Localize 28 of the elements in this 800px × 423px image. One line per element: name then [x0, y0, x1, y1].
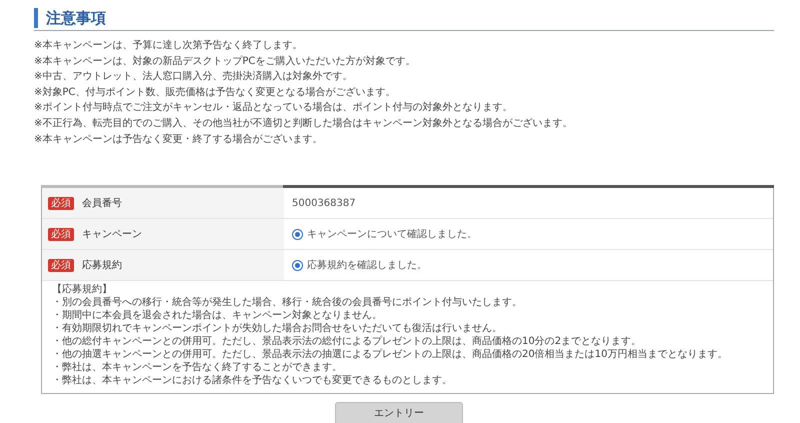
note-text: ※本キャンペーンは、予算に達し次第予告なく終了します。	[34, 38, 304, 53]
terms-item: ・他の総付キャンペーンとの併用可。ただし、景品表示法の総付によるプレゼントの上限は、商品価格の10分の2までとなります。	[52, 336, 642, 348]
radio-label[interactable]: 応募規約を確認しました。	[307, 258, 427, 273]
radio-button[interactable]	[292, 260, 303, 271]
note-text: ※不正行為、転売目的でのご購入、その他当社が不適切と判断した場合はキャンペーン対象外となる場合がございます。	[34, 116, 574, 131]
radio-label[interactable]: キャンペーンについて確認しました。	[307, 226, 477, 242]
field-label: 会員番号	[82, 196, 122, 211]
terms-item: ・期間中に本会員を退会された場合は、キャンペーン対象となりません。	[52, 310, 383, 322]
terms-item: ・弊社は、本キャンペーンを予告なく終了することができます。	[52, 362, 343, 374]
field-value: 5000368387	[292, 196, 356, 211]
note-text: ※本キャンペーンは予告なく変更・終了する場合がございます。	[34, 132, 324, 147]
entry-button[interactable]: エントリー	[335, 402, 463, 423]
note-text: ※ポイント付与時点でご注文がキャンセル・返品となっている場合は、ポイント付与の対象外となります。	[34, 100, 514, 116]
section-heading: 注意事項	[34, 8, 774, 28]
terms-item: ・弊社は、本キャンペーンにおける諸条件を予告なくいつでも変更できるものとします。	[52, 374, 453, 388]
terms-title: 【応募規約】	[52, 284, 113, 296]
field-label: キャンペーン	[82, 228, 142, 242]
terms-item: ・有効期限切れでキャンペーンポイントが失効した場合お問合せをいただいても復活は行いません。	[52, 322, 503, 336]
terms-item: ・別の会員番号への移行・統合等が発生した場合、移行・統合後の会員番号にポイント付与いたします。	[52, 297, 523, 310]
field-label: 応募規約	[82, 258, 122, 273]
required-badge: 必須	[48, 258, 74, 272]
required-badge: 必須	[48, 228, 74, 241]
required-badge: 必須	[48, 196, 74, 210]
note-text: ※対象PC、付与ポイント数、販売価格は予告なく変更となる場合がございます。	[34, 86, 396, 100]
terms-item: ・他の抽選キャンペーンとの併用可。ただし、景品表示法の抽選によるプレゼントの上限は、商品価格の20倍相当または10万円相当までとなります。	[52, 348, 728, 362]
note-text: ※中古、アウトレット、法人窓口購入分、売掛決済購入は対象外です。	[34, 70, 354, 84]
note-text: ※本キャンペーンは、対象の新品デスクトップPCをご購入いただいた方が対象です。	[34, 54, 416, 69]
radio-button[interactable]	[292, 228, 303, 240]
